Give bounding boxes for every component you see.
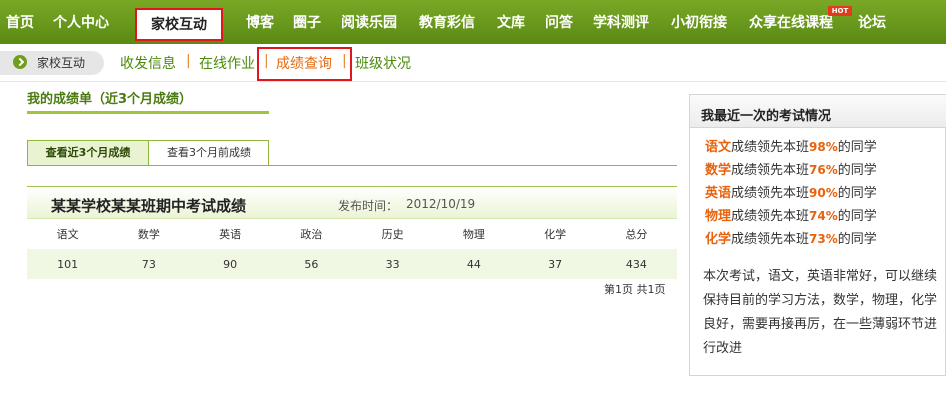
score-table: 语文 数学 英语 政治 历史 物理 化学 总分 101 73 90 56 33 … bbox=[27, 219, 677, 279]
nav-home-school[interactable]: 家校互动 bbox=[135, 8, 223, 41]
rank-percent: 98% bbox=[809, 140, 838, 154]
rank-text: 成绩领先本班 bbox=[731, 140, 810, 155]
sublink-messages[interactable]: 收发信息 bbox=[120, 53, 176, 73]
score-card-header: 某某学校某某班期中考试成绩 发布时间： 2012/10/19 bbox=[27, 186, 677, 219]
list-item: 数学成绩领先本班76%的同学 bbox=[705, 159, 877, 178]
col-header: 政治 bbox=[270, 219, 352, 249]
score-tabs: 查看近3个月成绩 查看3个月前成绩 bbox=[27, 140, 269, 166]
rank-text: 的同学 bbox=[837, 140, 877, 155]
rank-text: 的同学 bbox=[837, 163, 877, 178]
rank-percent: 73% bbox=[809, 232, 838, 246]
nav-online-course[interactable]: 众享在线课程 bbox=[749, 0, 833, 44]
col-header: 数学 bbox=[108, 219, 190, 249]
score-cell: 44 bbox=[433, 249, 515, 279]
publish-label: 发布时间： bbox=[338, 199, 399, 213]
page-title: 我的成绩单（近3个月成绩） bbox=[27, 92, 193, 107]
tab-recent-scores[interactable]: 查看近3个月成绩 bbox=[28, 141, 149, 165]
table-row: 101 73 90 56 33 44 37 434 bbox=[27, 249, 677, 279]
col-header: 物理 bbox=[433, 219, 515, 249]
arrow-right-icon bbox=[13, 55, 27, 69]
col-header: 英语 bbox=[189, 219, 271, 249]
rank-text: 的同学 bbox=[837, 232, 877, 247]
rank-text: 成绩领先本班 bbox=[731, 163, 810, 178]
score-cell: 434 bbox=[595, 249, 677, 279]
rank-percent: 74% bbox=[809, 209, 838, 223]
rank-text: 的同学 bbox=[837, 186, 877, 201]
pager: 第1页 共1页 bbox=[604, 283, 666, 296]
nav-reading[interactable]: 阅读乐园 bbox=[341, 0, 397, 44]
nav-personal-center[interactable]: 个人中心 bbox=[53, 0, 109, 44]
separator: | bbox=[186, 53, 191, 69]
col-header: 总分 bbox=[595, 219, 677, 249]
subject-name: 英语 bbox=[705, 186, 732, 201]
score-cell: 37 bbox=[514, 249, 596, 279]
nav-home[interactable]: 首页 bbox=[6, 0, 34, 44]
score-card: 某某学校某某班期中考试成绩 发布时间： 2012/10/19 语文 数学 英语 … bbox=[27, 186, 677, 280]
recent-exam-panel: 我最近一次的考试情况 语文成绩领先本班98%的同学 数学成绩领先本班76%的同学… bbox=[689, 94, 946, 376]
hot-badge: HOT bbox=[828, 6, 852, 16]
breadcrumb-label: 家校互动 bbox=[37, 56, 86, 70]
exam-title: 某某学校某某班期中考试成绩 bbox=[51, 197, 247, 215]
rank-percent: 90% bbox=[809, 186, 838, 200]
score-cell: 33 bbox=[352, 249, 434, 279]
subject-name: 物理 bbox=[705, 209, 732, 224]
subject-name: 语文 bbox=[705, 140, 732, 155]
rank-text: 的同学 bbox=[837, 209, 877, 224]
sub-nav: 家校互动 收发信息 | 在线作业 | 成绩查询 | 班级状况 bbox=[0, 44, 946, 82]
list-item: 物理成绩领先本班74%的同学 bbox=[705, 205, 877, 224]
tab-older-scores[interactable]: 查看3个月前成绩 bbox=[149, 141, 269, 165]
top-nav: 首页 个人中心 家校互动 博客 圈子 阅读乐园 教育彩信 文库 问答 学科测评 … bbox=[0, 0, 946, 44]
score-cell: 101 bbox=[27, 249, 109, 279]
publish-date: 2012/10/19 bbox=[406, 197, 476, 211]
sublink-homework[interactable]: 在线作业 bbox=[199, 53, 255, 73]
list-item: 语文成绩领先本班98%的同学 bbox=[705, 136, 877, 155]
title-underline bbox=[27, 111, 269, 114]
tabs-divider bbox=[269, 165, 677, 166]
list-item: 英语成绩领先本班90%的同学 bbox=[705, 182, 877, 201]
col-header: 历史 bbox=[352, 219, 434, 249]
rank-text: 成绩领先本班 bbox=[731, 186, 810, 201]
list-item: 化学成绩领先本班73%的同学 bbox=[705, 228, 877, 247]
score-cell: 56 bbox=[270, 249, 352, 279]
nav-assessment[interactable]: 学科测评 bbox=[593, 0, 649, 44]
active-sublink-outline bbox=[257, 47, 352, 81]
rank-text: 成绩领先本班 bbox=[731, 232, 810, 247]
panel-header: 我最近一次的考试情况 bbox=[690, 95, 946, 128]
nav-edu-mms[interactable]: 教育彩信 bbox=[419, 0, 475, 44]
rank-percent: 76% bbox=[809, 163, 838, 177]
score-cell: 73 bbox=[108, 249, 190, 279]
panel-title: 我最近一次的考试情况 bbox=[701, 109, 832, 124]
sublink-class-status[interactable]: 班级状况 bbox=[355, 53, 411, 73]
nav-blog[interactable]: 博客 bbox=[246, 0, 274, 44]
col-header: 语文 bbox=[27, 219, 109, 249]
nav-circle[interactable]: 圈子 bbox=[293, 0, 321, 44]
nav-qa[interactable]: 问答 bbox=[545, 0, 573, 44]
nav-forum[interactable]: 论坛 bbox=[858, 0, 886, 44]
nav-transition[interactable]: 小初衔接 bbox=[671, 0, 727, 44]
nav-library[interactable]: 文库 bbox=[497, 0, 525, 44]
subject-name: 数学 bbox=[705, 163, 732, 178]
col-header: 化学 bbox=[514, 219, 596, 249]
score-cell: 90 bbox=[189, 249, 271, 279]
rank-text: 成绩领先本班 bbox=[731, 209, 810, 224]
subject-name: 化学 bbox=[705, 232, 732, 247]
exam-comment: 本次考试，语文，英语非常好，可以继续保持目前的学习方法，数学，物理，化学良好，需… bbox=[703, 269, 938, 356]
table-header-row: 语文 数学 英语 政治 历史 物理 化学 总分 bbox=[27, 219, 677, 249]
